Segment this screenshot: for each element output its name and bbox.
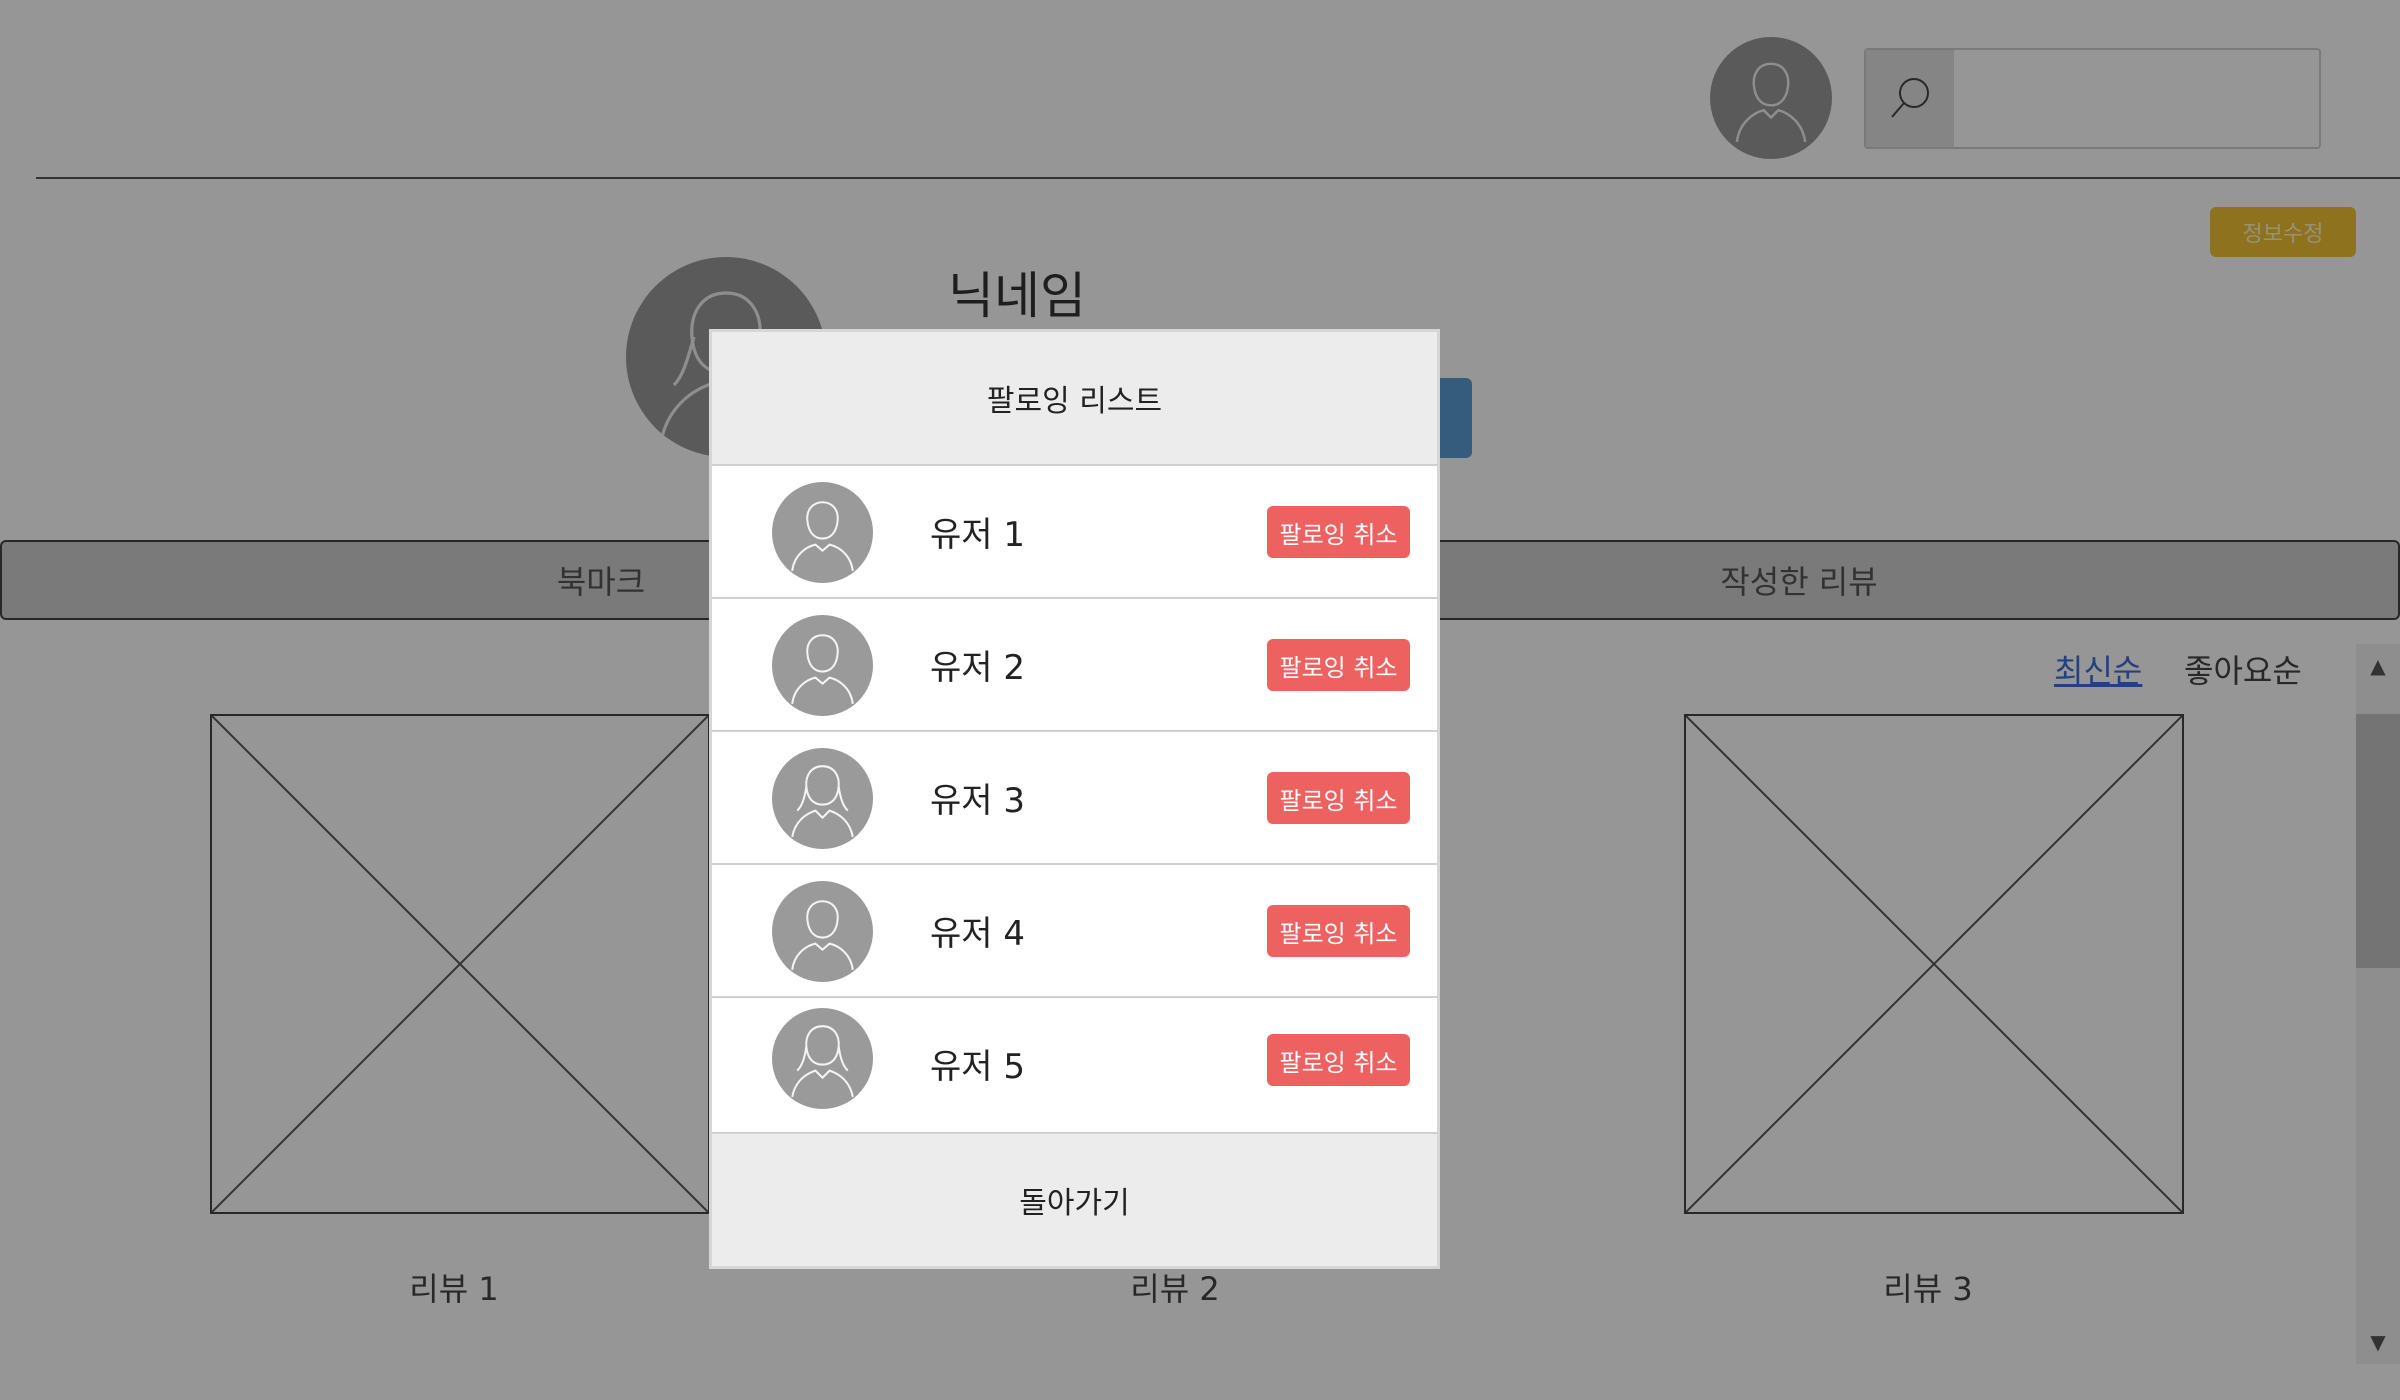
- unfollow-button[interactable]: 팔로잉 취소: [1267, 772, 1410, 824]
- user-name[interactable]: 유저 2: [930, 599, 1025, 730]
- user-avatar[interactable]: [772, 615, 873, 716]
- unfollow-button[interactable]: 팔로잉 취소: [1267, 905, 1410, 957]
- back-button[interactable]: 돌아가기: [712, 1134, 1437, 1266]
- list-item: 유저 4 팔로잉 취소: [712, 865, 1437, 998]
- user-name[interactable]: 유저 4: [930, 865, 1025, 996]
- unfollow-button[interactable]: 팔로잉 취소: [1267, 1034, 1410, 1086]
- list-item: 유저 3 팔로잉 취소: [712, 732, 1437, 865]
- user-name[interactable]: 유저 1: [930, 466, 1025, 597]
- male-user-icon: [791, 634, 854, 705]
- unfollow-button[interactable]: 팔로잉 취소: [1267, 639, 1410, 691]
- user-avatar[interactable]: [772, 881, 873, 982]
- user-name[interactable]: 유저 3: [930, 732, 1025, 863]
- list-item: 유저 1 팔로잉 취소: [712, 466, 1437, 599]
- male-user-icon: [791, 900, 854, 971]
- user-avatar[interactable]: [772, 748, 873, 849]
- following-list-modal: 팔로잉 리스트 유저 1 팔로잉 취소 유저 2 팔로잉 취소 유저 3 팔로잉…: [709, 329, 1440, 1269]
- user-avatar[interactable]: [772, 482, 873, 583]
- female-user-icon: [791, 765, 854, 838]
- female-user-icon: [791, 1025, 854, 1098]
- list-item: 유저 2 팔로잉 취소: [712, 599, 1437, 732]
- list-item: 유저 5 팔로잉 취소: [712, 998, 1437, 1134]
- user-name[interactable]: 유저 5: [930, 998, 1025, 1129]
- unfollow-button[interactable]: 팔로잉 취소: [1267, 506, 1410, 558]
- male-user-icon: [791, 501, 854, 572]
- modal-title: 팔로잉 리스트: [712, 332, 1437, 466]
- user-avatar[interactable]: [772, 1008, 873, 1109]
